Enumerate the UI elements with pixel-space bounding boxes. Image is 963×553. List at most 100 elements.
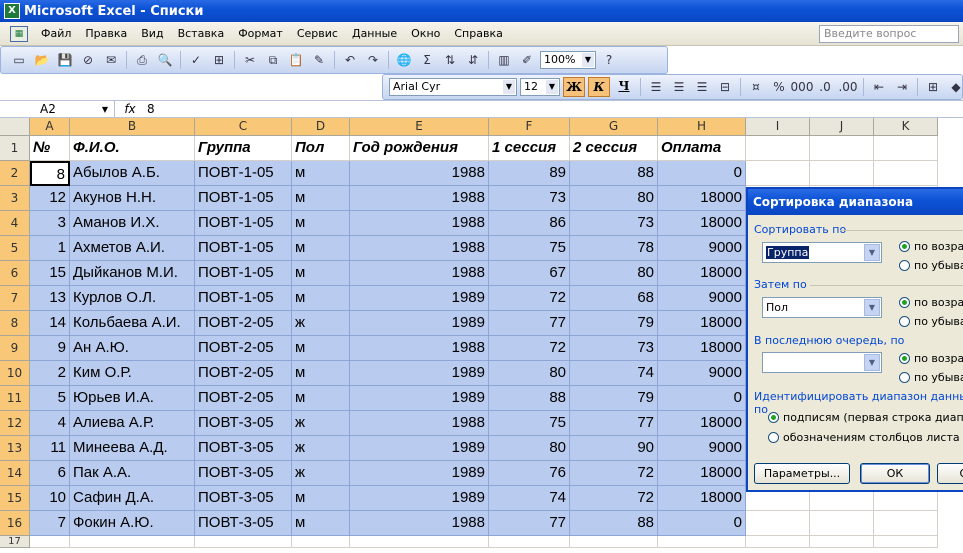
menu-help[interactable]: Справка: [447, 27, 509, 40]
cell[interactable]: 1989: [350, 486, 489, 511]
cell[interactable]: м: [292, 286, 350, 311]
chevron-down-icon[interactable]: ▼: [864, 244, 880, 261]
cell[interactable]: ж: [292, 461, 350, 486]
cell[interactable]: 9000: [658, 236, 746, 261]
radio-dot[interactable]: [899, 297, 910, 308]
cell[interactable]: [350, 536, 489, 548]
zoom-select[interactable]: 100% ▼: [540, 51, 596, 69]
cut-icon[interactable]: ✂: [240, 50, 260, 70]
cell[interactable]: 77: [489, 511, 570, 536]
email-icon[interactable]: ✉: [101, 50, 121, 70]
cell[interactable]: 14: [30, 311, 70, 336]
cell[interactable]: [810, 136, 874, 161]
cell[interactable]: м: [292, 386, 350, 411]
menu-insert[interactable]: Вставка: [171, 27, 232, 40]
cell[interactable]: [746, 136, 810, 161]
cell[interactable]: ПОВТ-3-05: [195, 436, 292, 461]
copy-icon[interactable]: ⧉: [263, 50, 283, 70]
cell[interactable]: 89: [489, 161, 570, 186]
cell[interactable]: 67: [489, 261, 570, 286]
chevron-down-icon[interactable]: ▼: [503, 80, 515, 94]
cell[interactable]: 2: [30, 361, 70, 386]
cell[interactable]: [874, 511, 938, 536]
autosum-icon[interactable]: Σ: [417, 50, 437, 70]
cell[interactable]: ПОВТ-3-05: [195, 461, 292, 486]
cell[interactable]: Абылов А.Б.: [70, 161, 195, 186]
cell[interactable]: 1988: [350, 411, 489, 436]
cell[interactable]: 12: [30, 186, 70, 211]
column-header-g[interactable]: G: [570, 118, 658, 136]
align-center-icon[interactable]: ☰: [669, 77, 689, 97]
radio-dot[interactable]: [899, 372, 910, 383]
row-header[interactable]: 16: [0, 511, 30, 536]
cell[interactable]: 76: [489, 461, 570, 486]
menu-edit[interactable]: Правка: [78, 27, 134, 40]
help-question-input[interactable]: Введите вопрос: [819, 25, 959, 43]
cell[interactable]: ПОВТ-3-05: [195, 411, 292, 436]
cell[interactable]: 79: [570, 311, 658, 336]
cell[interactable]: 9: [30, 336, 70, 361]
cell[interactable]: [292, 536, 350, 548]
help-icon[interactable]: ?: [599, 50, 619, 70]
cell[interactable]: 1988: [350, 336, 489, 361]
cell[interactable]: 11: [30, 436, 70, 461]
drawing-icon[interactable]: ✐: [517, 50, 537, 70]
radio-dot[interactable]: [899, 316, 910, 327]
cell[interactable]: Год рождения: [350, 136, 489, 161]
cell[interactable]: [874, 136, 938, 161]
cell[interactable]: [195, 536, 292, 548]
cell[interactable]: ж: [292, 311, 350, 336]
chart-wizard-icon[interactable]: ▥: [494, 50, 514, 70]
cell[interactable]: Юрьев И.А.: [70, 386, 195, 411]
cell[interactable]: ПОВТ-1-05: [195, 286, 292, 311]
cell[interactable]: 79: [570, 386, 658, 411]
name-box[interactable]: A2 ▼: [0, 101, 115, 117]
cell[interactable]: [874, 536, 938, 548]
chevron-down-icon[interactable]: ▼: [864, 354, 880, 371]
cell[interactable]: 2 сессия: [570, 136, 658, 161]
column-header-k[interactable]: K: [874, 118, 938, 136]
cell[interactable]: 80: [570, 186, 658, 211]
align-right-icon[interactable]: ☰: [692, 77, 712, 97]
cell[interactable]: 1989: [350, 461, 489, 486]
cell[interactable]: ПОВТ-1-05: [195, 186, 292, 211]
column-header-f[interactable]: F: [489, 118, 570, 136]
column-header-a[interactable]: A: [30, 118, 70, 136]
row-header[interactable]: 2: [0, 161, 30, 186]
menu-data[interactable]: Данные: [345, 27, 404, 40]
thousands-icon[interactable]: 000: [791, 77, 814, 97]
select-all-corner[interactable]: [0, 118, 30, 136]
radio-dot[interactable]: [768, 412, 779, 423]
new-document-icon[interactable]: ▭: [9, 50, 29, 70]
cell[interactable]: 74: [489, 486, 570, 511]
cell[interactable]: ПОВТ-2-05: [195, 361, 292, 386]
currency-icon[interactable]: ¤: [746, 77, 766, 97]
cell[interactable]: [658, 536, 746, 548]
cell[interactable]: 1989: [350, 311, 489, 336]
cell[interactable]: 80: [570, 261, 658, 286]
cell[interactable]: м: [292, 336, 350, 361]
underline-button[interactable]: Ч: [613, 77, 635, 97]
cell[interactable]: 72: [489, 336, 570, 361]
cell[interactable]: 0: [658, 511, 746, 536]
active-cell[interactable]: 8: [30, 161, 70, 186]
menu-window[interactable]: Окно: [404, 27, 447, 40]
cell[interactable]: 77: [570, 411, 658, 436]
row-header[interactable]: 14: [0, 461, 30, 486]
row-header[interactable]: 3: [0, 186, 30, 211]
bold-button[interactable]: Ж: [563, 77, 585, 97]
cell[interactable]: Пак А.А.: [70, 461, 195, 486]
ok-button[interactable]: ОК: [860, 463, 930, 484]
row-header[interactable]: 13: [0, 436, 30, 461]
parameters-button[interactable]: Параметры...: [754, 463, 850, 484]
cell[interactable]: ПОВТ-1-05: [195, 261, 292, 286]
cell[interactable]: 1989: [350, 361, 489, 386]
cell[interactable]: Ф.И.О.: [70, 136, 195, 161]
open-folder-icon[interactable]: 📂: [32, 50, 52, 70]
increase-indent-icon[interactable]: ⇥: [892, 77, 912, 97]
cell[interactable]: 10: [30, 486, 70, 511]
column-header-b[interactable]: B: [70, 118, 195, 136]
cell[interactable]: 18000: [658, 186, 746, 211]
research-icon[interactable]: ⊞: [209, 50, 229, 70]
spelling-icon[interactable]: ✓: [186, 50, 206, 70]
